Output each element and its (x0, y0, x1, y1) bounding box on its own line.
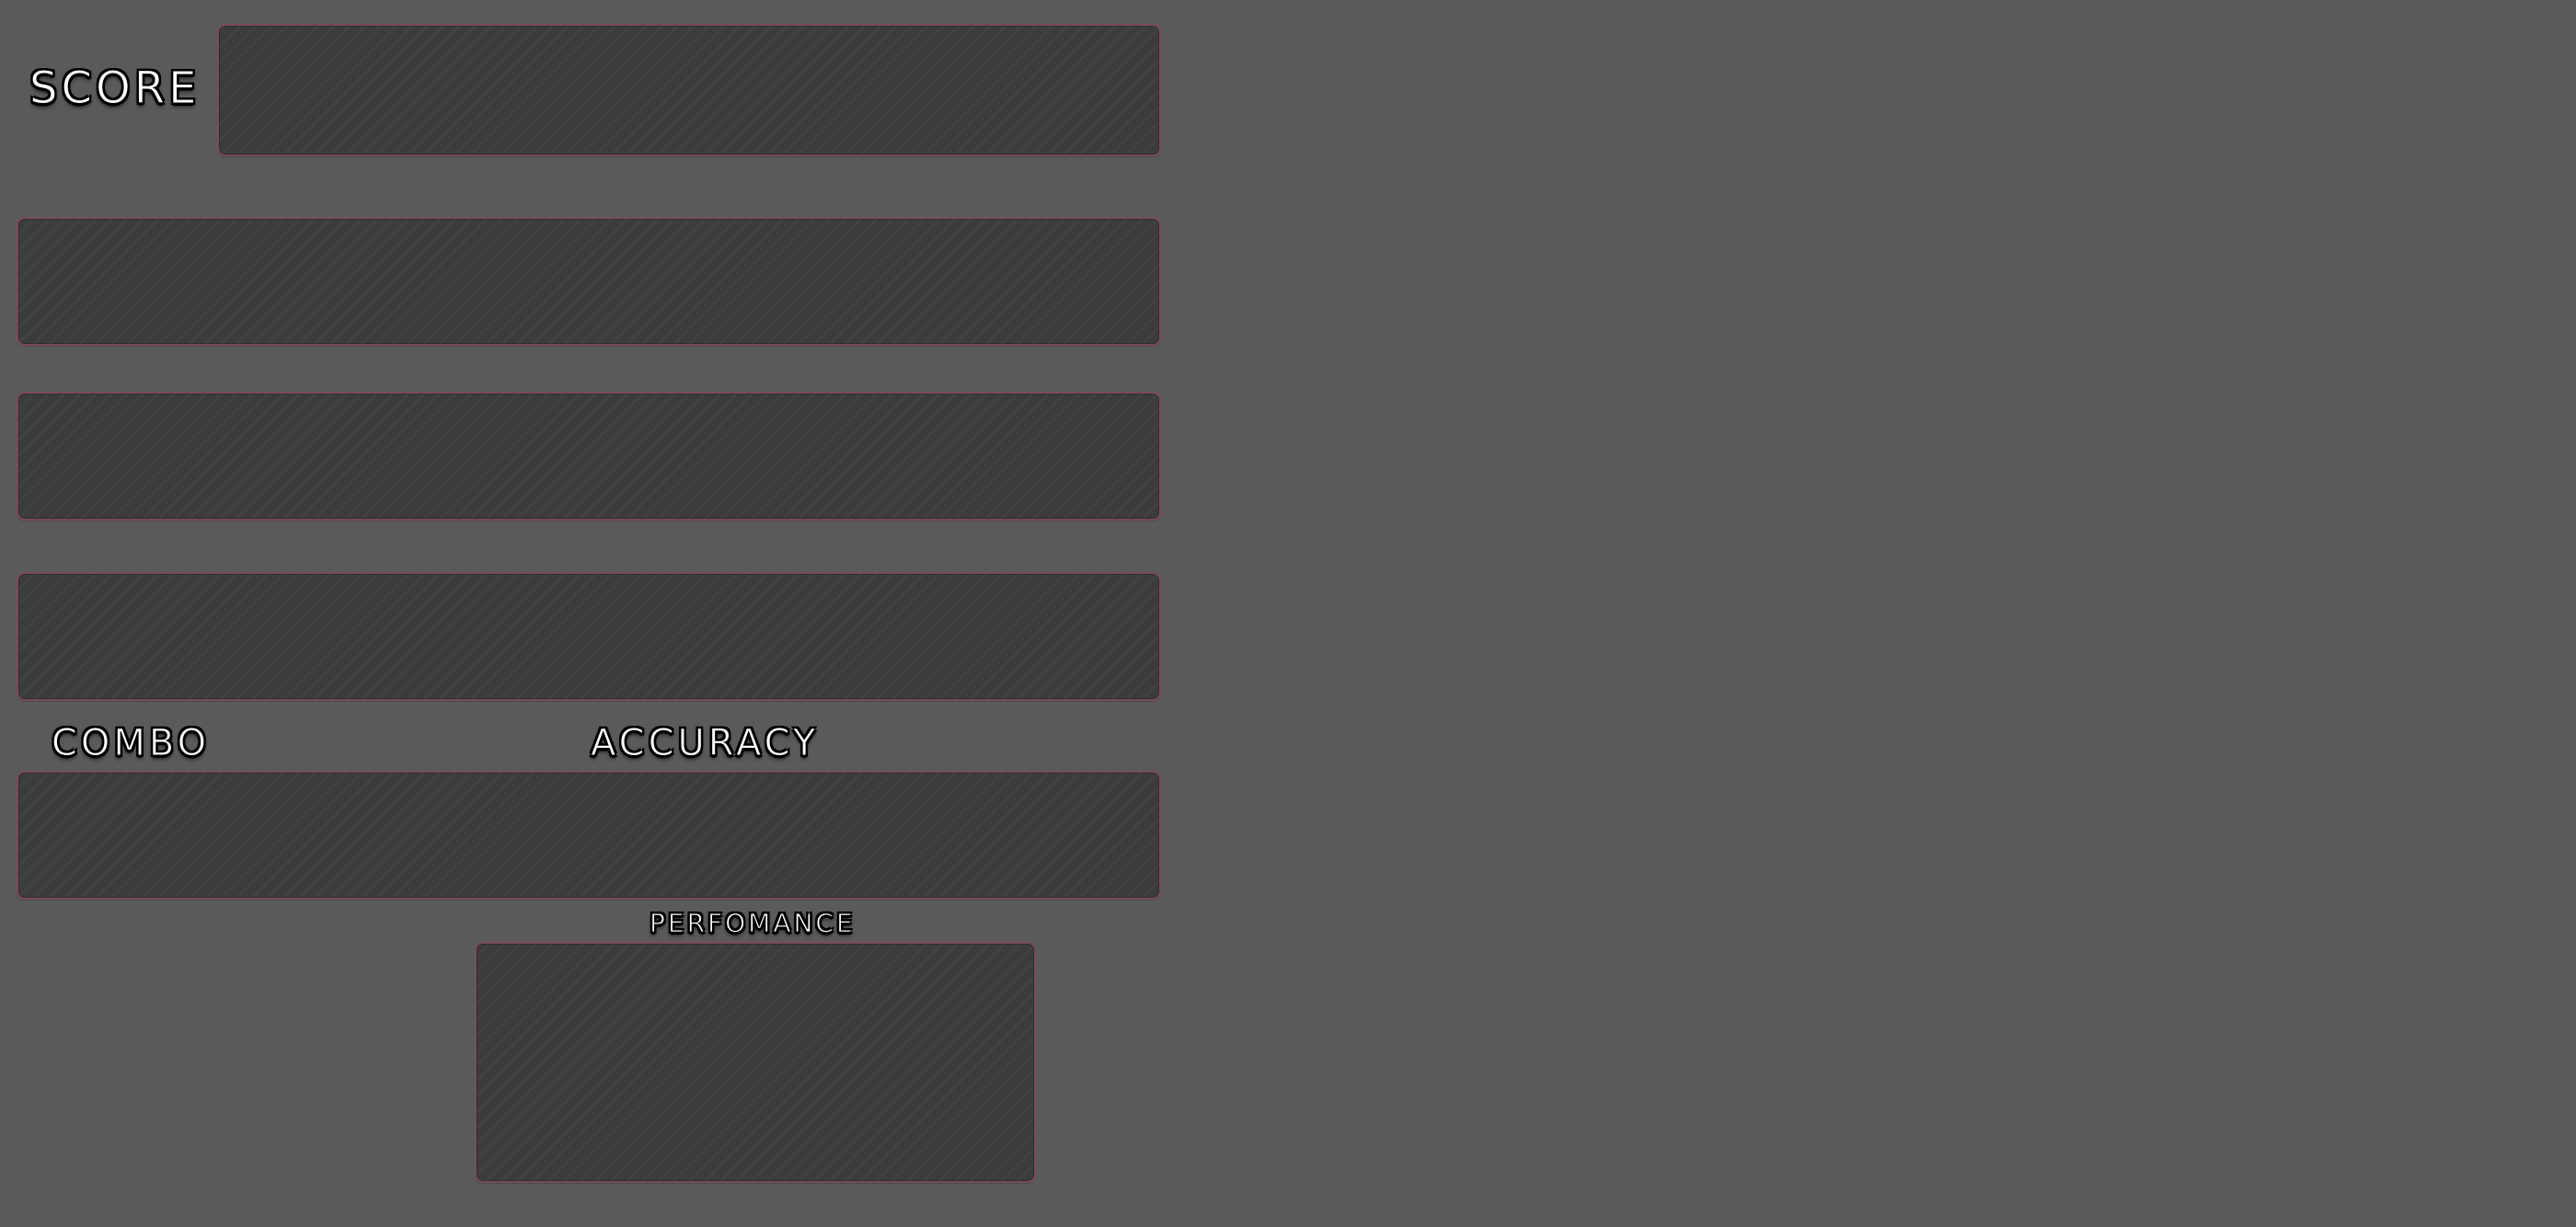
combo-accuracy-panel (17, 771, 1161, 900)
accuracy-label: ACCURACY (590, 722, 820, 764)
hud-panel-2 (17, 217, 1161, 346)
performance-label: PERFOMANCE (650, 908, 856, 938)
combo-label: COMBO (51, 722, 211, 764)
hud-panel-3 (17, 392, 1161, 521)
hud-panel-4 (17, 572, 1161, 701)
score-label: SCORE (29, 63, 201, 114)
performance-panel (475, 942, 1036, 1183)
score-panel (217, 24, 1161, 156)
